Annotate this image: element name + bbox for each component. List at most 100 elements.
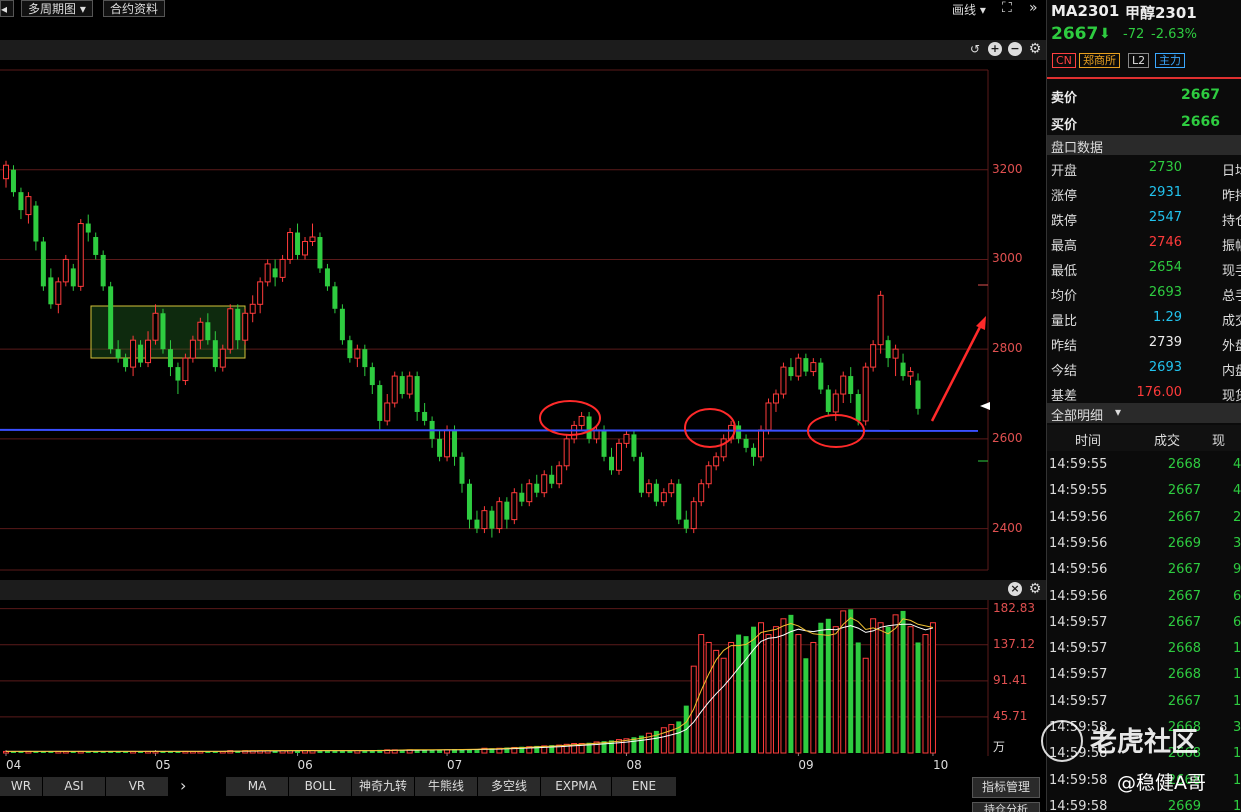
tick-detail-header[interactable]: 全部明细 ▾ [1047,403,1241,424]
volume-bar [915,642,921,753]
quote-row-label: 涨停 [1051,189,1078,204]
last-price: 2667 [1051,24,1099,44]
candle-body [690,501,697,530]
tab-magic-nine[interactable]: 神奇九转 [352,777,415,796]
candle-body [795,357,802,377]
back-button[interactable]: ◂ [0,0,14,17]
candle-body [736,425,742,439]
candle-body [556,465,563,485]
quote-row-extra: 持仓 [1222,214,1241,229]
quote-row-label: 最低 [1051,264,1078,279]
chevron-right-icon[interactable]: › [180,776,186,795]
candle-body [862,366,869,422]
candle-body [182,357,189,382]
price-marker-icon [980,402,990,410]
volume-bar [743,636,749,753]
price-change-pct: -2.63% [1151,27,1197,42]
zoom-in-icon[interactable]: + [988,42,1002,56]
tick-time: 14:59:55 [1049,457,1108,472]
candle-body [138,344,144,363]
tab-wr[interactable]: WR [0,777,43,796]
candle-body [870,344,877,368]
tab-boll[interactable]: BOLL [289,777,352,796]
tab-vr[interactable]: VR [106,777,169,796]
tick-volume: 17 [1233,693,1241,709]
candle-body [534,483,540,493]
candle-body [264,263,271,283]
candle-body [197,321,204,341]
quote-row-extra: 总手 [1222,289,1241,304]
tab-asi[interactable]: ASI [43,777,106,796]
tag-cn: CN [1052,53,1076,68]
candle-body [354,348,361,359]
candle-body [571,424,578,440]
price-tick-label: 3000 [992,251,1023,266]
period-dropdown[interactable]: 多周期图 ▾ [21,0,93,17]
annotation-circle [684,408,736,448]
gear-icon[interactable]: ⚙ [1028,582,1042,596]
undo-icon[interactable]: ↺ [968,42,982,56]
volume-ma-line [6,617,934,752]
tab-expma[interactable]: EXPMA [541,777,612,796]
tick-volume: 15 [1233,641,1241,657]
volume-bar [668,724,675,754]
gear-icon[interactable]: ⚙ [1028,42,1042,56]
quote-row-value: 2931 [1148,185,1182,200]
price-tick-label: 3200 [992,161,1023,176]
quote-row-label: 均价 [1051,289,1078,304]
candle-body [698,483,705,503]
volume-bar [772,626,779,754]
volume-chart[interactable] [0,600,1046,756]
tick-volume: 3 [1233,720,1241,735]
quote-row-value: 2693 [1148,360,1182,375]
candle-body [466,483,472,520]
volume-tick-label: 182.83 [993,600,1035,615]
volume-bar [713,649,720,754]
quote-row-label: 量比 [1051,314,1078,329]
candle-body [77,223,84,287]
indicator-manage-button[interactable]: 指标管理 [972,777,1040,798]
price-tick-label: 2800 [992,341,1023,356]
tab-ma[interactable]: MA [226,777,289,796]
contract-info-button[interactable]: 合约资料 [103,0,166,17]
draw-line-dropdown[interactable]: 画线 ▾ [952,1,986,18]
collapse-icon[interactable]: » [1029,0,1038,16]
volume-bar [810,641,817,754]
tag-exchange: 郑商所 [1079,53,1120,68]
tab-bull-bear[interactable]: 牛熊线 [415,777,478,796]
candle-body [668,483,675,494]
tick-price: 2668 [1167,457,1201,472]
candle-body [855,394,861,421]
candle-body [189,339,196,359]
zoom-out-icon[interactable]: − [1008,42,1022,56]
candle-body [3,164,9,180]
candle-body [885,340,891,359]
candle-body [130,339,137,368]
candle-body [751,447,757,457]
quote-row-extra: 现货 [1222,389,1241,404]
candle-body [219,348,226,368]
tab-ene[interactable]: ENE [612,777,677,796]
candle-body [10,169,16,193]
candle-body [489,510,495,529]
candle-body [818,362,824,390]
quote-row-value: 1.29 [1153,310,1182,325]
close-icon[interactable]: × [1008,582,1022,596]
candle-body [892,348,899,359]
candle-body [160,313,166,350]
tick-price: 2667 [1167,562,1201,578]
price-tick-label: 2600 [992,430,1023,445]
tick-time: 14:59:56 [1049,588,1108,604]
candle-body [115,349,121,359]
tab-long-short[interactable]: 多空线 [478,777,541,796]
candle-body [615,442,622,471]
candlestick-chart[interactable] [0,60,1046,580]
candle-body [33,205,39,242]
candle-body [167,349,173,368]
fullscreen-icon[interactable]: ⛶ [1002,0,1012,16]
divider [1047,77,1241,79]
candle-body [391,375,398,404]
volume-bar [855,642,861,753]
top-toolbar: ◂ 多周期图 ▾ 合约资料 画线 ▾ ⛶ » [0,0,1046,20]
candle-body [481,510,488,530]
